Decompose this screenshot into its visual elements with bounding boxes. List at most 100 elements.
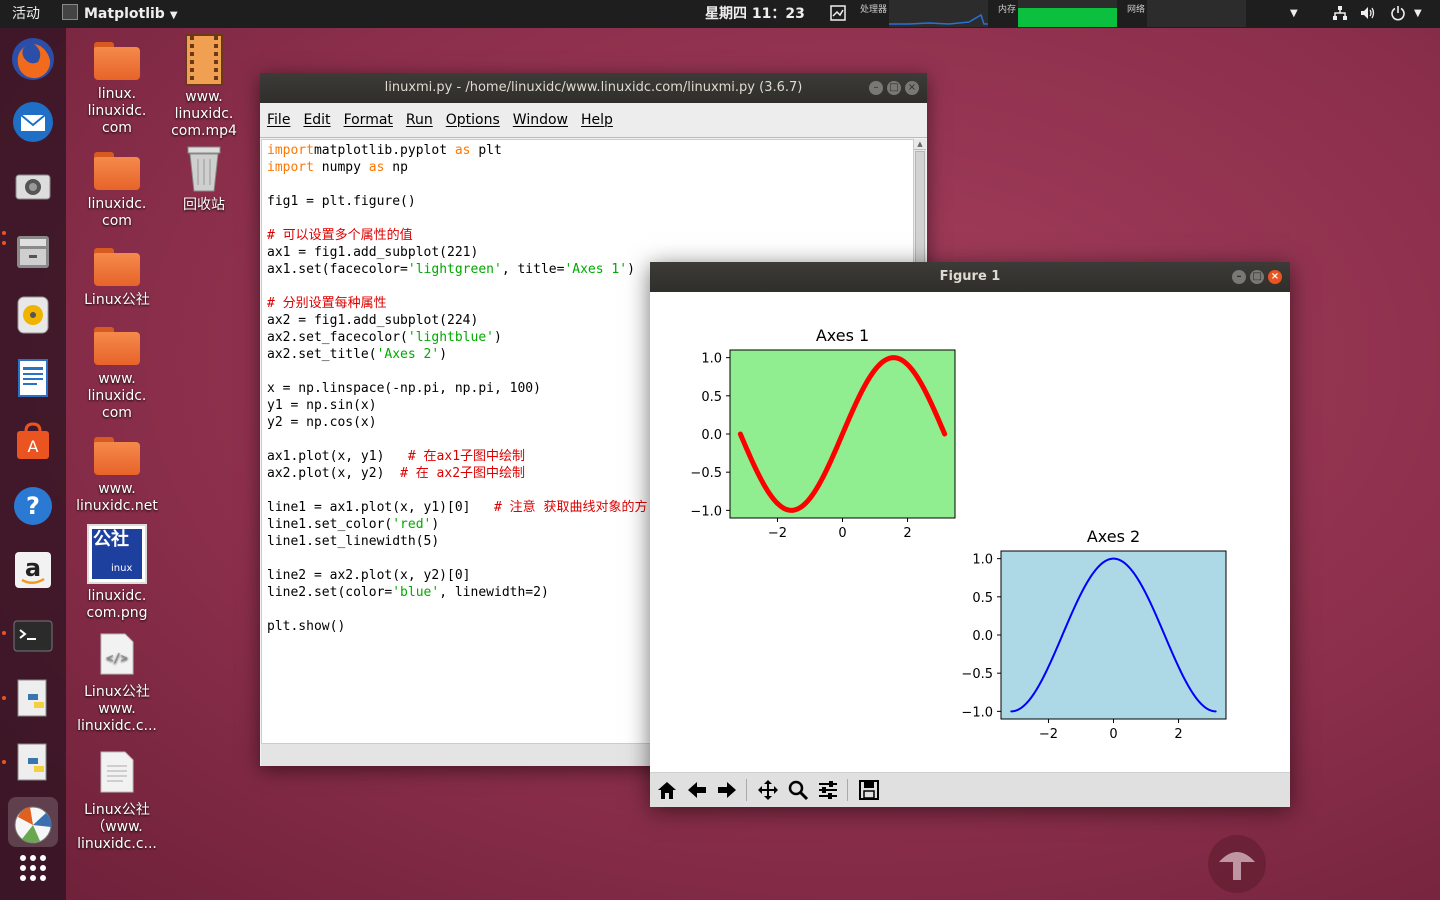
desktop-folder[interactable]: linuxidc. com [72, 152, 162, 230]
pan-icon[interactable] [754, 777, 782, 803]
folder-icon [94, 152, 140, 190]
amazon-icon[interactable]: a [8, 545, 58, 595]
desktop-folder[interactable]: Linux公社 [72, 248, 162, 309]
code-line: importmatplotlib.pyplot as plt [267, 142, 913, 159]
svg-text:A: A [28, 437, 39, 456]
chevron-down-icon[interactable]: ▼ [1290, 0, 1298, 28]
back-icon[interactable] [683, 777, 711, 803]
menu-help[interactable]: Help [581, 112, 613, 128]
app-menu[interactable]: Matplotlib ▼ [62, 0, 178, 28]
volume-icon[interactable] [1360, 0, 1376, 28]
menu-edit[interactable]: Edit [303, 112, 330, 128]
folder-icon [94, 248, 140, 286]
rhythmbox-icon[interactable] [8, 289, 58, 339]
running-indicator [2, 760, 6, 764]
chevron-down-icon[interactable]: ▼ [1414, 0, 1422, 28]
code-token: ax1 = fig1.add_subplot(221) [267, 245, 479, 260]
menu-format[interactable]: Format [344, 112, 393, 128]
running-indicator [2, 241, 6, 245]
code-token: ax2.plot(x, y2) [267, 466, 401, 481]
desktop-text-file[interactable]: Linux公社 （www. linuxidc.c... [72, 750, 162, 853]
y-tick-label: −0.5 [690, 466, 722, 481]
writer-icon[interactable] [8, 353, 58, 403]
desktop-html-file[interactable]: </> Linux公社 www. linuxidc.c... [72, 632, 162, 735]
code-token: 'Axes 2' [376, 347, 440, 362]
home-icon[interactable] [653, 777, 681, 803]
code-line: # 可以设置多个属性的值 [267, 227, 913, 244]
minimize-icon[interactable]: – [1232, 270, 1246, 284]
code-token: numpy [313, 160, 369, 175]
maximize-icon[interactable]: □ [887, 81, 901, 95]
show-applications-icon[interactable] [8, 843, 58, 893]
screenshot-icon[interactable] [830, 0, 846, 28]
desktop-image-file[interactable]: 公社 inux linuxidc. com.png [72, 524, 162, 622]
running-indicator [2, 696, 6, 700]
thunderbird-icon[interactable] [8, 97, 58, 147]
desktop-icon-label: www. linuxidc.net [76, 481, 158, 514]
minimize-icon[interactable]: – [869, 81, 883, 95]
image-thumbnail: 公社 inux [87, 524, 147, 584]
desktop-folder[interactable]: www. linuxidc. com [72, 327, 162, 422]
video-file-icon [185, 34, 223, 86]
cpu-monitor-graph[interactable] [889, 0, 988, 27]
close-icon[interactable]: × [905, 81, 919, 95]
code-token: matplotlib.pyplot [313, 143, 455, 158]
menu-window[interactable]: Window [513, 112, 568, 128]
code-token: line1.set_color( [267, 517, 393, 532]
y-tick-label: 0.5 [972, 591, 993, 606]
clock[interactable]: 星期四 11：23 [705, 0, 805, 28]
firefox-icon[interactable] [8, 34, 58, 84]
memory-usage-fill [1018, 8, 1117, 27]
network-icon[interactable] [1332, 0, 1348, 28]
code-token: fig1 = plt.figure() [267, 194, 416, 209]
power-icon[interactable] [1390, 0, 1406, 28]
scrollbar-thumb[interactable] [915, 151, 925, 273]
code-token: line1.set_linewidth(5) [267, 534, 440, 549]
desktop-trash[interactable]: 回收站 [159, 145, 249, 214]
maximize-icon[interactable]: □ [1250, 270, 1264, 284]
window-title: Figure 1 [939, 269, 1001, 284]
network-monitor-label: 网络 [1127, 5, 1146, 15]
software-center-icon[interactable]: A [8, 417, 58, 467]
code-token: np [384, 160, 408, 175]
menu-options[interactable]: Options [446, 112, 500, 128]
y-tick-label: −0.5 [961, 667, 993, 682]
code-token: 'blue' [392, 585, 440, 600]
code-token: import [267, 160, 314, 175]
camera-icon[interactable] [8, 161, 58, 211]
figure-toolbar [650, 772, 1290, 807]
configure-icon[interactable] [814, 777, 842, 803]
html-file-icon: </> [99, 632, 135, 676]
matplotlib-icon[interactable] [8, 797, 58, 847]
network-monitor-graph[interactable] [1147, 0, 1246, 27]
forward-icon[interactable] [713, 777, 741, 803]
running-indicator [2, 231, 6, 235]
zoom-icon[interactable] [784, 777, 812, 803]
y-tick-label: −1.0 [961, 705, 993, 720]
folder-icon [94, 437, 140, 475]
memory-monitor-graph[interactable] [1018, 0, 1117, 27]
code-token: 'Axes 1' [564, 262, 628, 277]
terminal-icon[interactable] [8, 611, 58, 661]
figure-titlebar[interactable]: Figure 1 – □ × [650, 262, 1290, 292]
chevron-down-icon: ▼ [169, 10, 178, 21]
desktop-icon-label: linuxidc. com.png [86, 588, 148, 621]
desktop-folder[interactable]: www. linuxidc.net [72, 437, 162, 515]
python-idle-icon[interactable] [8, 674, 58, 724]
menu-file[interactable]: File [267, 112, 290, 128]
close-icon[interactable]: × [1268, 270, 1282, 284]
menu-run[interactable]: Run [406, 112, 433, 128]
python-figure-icon[interactable] [8, 738, 58, 788]
x-tick-label: 2 [1174, 727, 1182, 742]
scroll-up-icon[interactable]: ▲ [914, 139, 926, 150]
files-icon[interactable] [8, 226, 58, 276]
activities-button[interactable]: 活动 [12, 0, 40, 28]
idle-titlebar[interactable]: linuxmi.py - /home/linuxidc/www.linuxidc… [260, 73, 927, 103]
save-icon[interactable] [855, 777, 883, 803]
help-icon[interactable]: ? [8, 481, 58, 531]
desktop-video-file[interactable]: www. linuxidc. com.mp4 [159, 34, 249, 140]
desktop-folder[interactable]: linux. linuxidc. com [72, 42, 162, 137]
x-tick-label: 0 [838, 526, 846, 541]
code-token: ) [493, 330, 502, 345]
